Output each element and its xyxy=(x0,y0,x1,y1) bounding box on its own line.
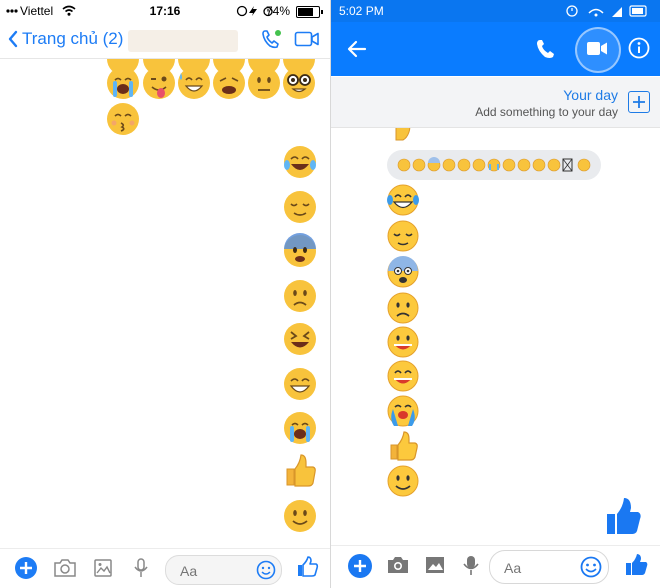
thumbs-up-icon xyxy=(298,556,319,577)
plus-icon xyxy=(633,96,645,108)
grinning-sweat-emoji xyxy=(178,67,210,99)
video-call-button[interactable] xyxy=(575,27,621,73)
winking-tongue-emoji xyxy=(143,67,175,99)
crying-face-emoji xyxy=(387,395,419,427)
phone-icon xyxy=(262,30,281,49)
photo-button[interactable] xyxy=(93,557,113,579)
anxious-face-emoji xyxy=(284,233,316,267)
sent-emoji-column xyxy=(284,146,316,532)
android-toolbar xyxy=(331,22,660,76)
battery-icon xyxy=(296,6,323,18)
weary-face-emoji xyxy=(213,67,245,99)
android-composer-bar xyxy=(331,545,660,588)
ios-message-list xyxy=(0,59,330,549)
battery-percent: 74% xyxy=(265,4,290,18)
image-icon xyxy=(426,557,444,573)
camera-button[interactable] xyxy=(387,554,409,576)
android-emoji-thread xyxy=(387,128,641,534)
emoji-icon[interactable] xyxy=(256,560,276,580)
ios-status-bar: Viettel 17:16 74% xyxy=(0,0,330,22)
mic-icon xyxy=(134,558,148,577)
relieved-face-emoji xyxy=(387,220,419,252)
info-icon xyxy=(628,37,650,59)
nerd-face-emoji xyxy=(283,67,315,99)
message-input[interactable] xyxy=(178,561,252,581)
info-button[interactable] xyxy=(628,37,650,59)
partial-thumbs-up-emoji xyxy=(395,128,411,141)
camera-button[interactable] xyxy=(53,557,77,579)
call-button[interactable] xyxy=(535,38,557,60)
your-day-banner[interactable]: Your day Add something to your day xyxy=(331,77,660,128)
android-messenger-pane: 5:02 PM Your day Add something to your d… xyxy=(331,0,660,588)
blurred-contact-name xyxy=(128,30,238,52)
plus-icon xyxy=(15,557,37,579)
image-icon xyxy=(94,559,112,577)
back-button[interactable] xyxy=(347,39,367,59)
tears-of-joy-emoji xyxy=(284,146,316,178)
photo-button[interactable] xyxy=(425,554,445,576)
your-day-title: Your day xyxy=(563,87,618,103)
status-time: 5:02 PM xyxy=(339,4,384,18)
your-day-subtitle: Add something to your day xyxy=(475,105,618,119)
relieved-face-emoji xyxy=(284,191,316,223)
camera-icon xyxy=(54,559,76,577)
thumbs-up-emoji xyxy=(286,454,316,487)
like-button[interactable] xyxy=(296,555,320,579)
plus-icon xyxy=(348,554,372,578)
ios-emoji-thread xyxy=(107,59,316,532)
chevron-left-icon xyxy=(8,30,18,48)
video-call-button[interactable] xyxy=(294,30,320,48)
thumbs-up-emoji xyxy=(390,431,418,461)
message-input-box[interactable] xyxy=(165,555,282,585)
phone-icon xyxy=(537,40,554,58)
received-emoji-row xyxy=(107,67,315,99)
ios-nav-bar: Trang chủ (2) xyxy=(0,22,330,59)
smiling-face-emoji xyxy=(387,465,419,497)
call-button[interactable] xyxy=(260,28,282,50)
video-camera-icon xyxy=(587,42,607,55)
grinning-face-emoji xyxy=(284,368,316,400)
back-label: Trang chủ (2) xyxy=(22,29,124,48)
voice-button[interactable] xyxy=(133,557,149,579)
add-button[interactable] xyxy=(348,554,372,578)
voice-button[interactable] xyxy=(463,554,479,576)
smiling-face-emoji xyxy=(284,500,316,532)
android-message-list xyxy=(331,128,660,544)
video-camera-icon xyxy=(294,31,319,47)
add-story-button[interactable] xyxy=(628,91,650,113)
crying-face-emoji-sent xyxy=(284,412,316,444)
back-button[interactable]: Trang chủ (2) xyxy=(8,29,123,49)
kissing-face-emoji xyxy=(107,103,139,135)
partial-emoji-row xyxy=(107,59,315,75)
add-button[interactable] xyxy=(15,557,37,579)
message-input[interactable] xyxy=(502,558,576,578)
laughing-face-emoji xyxy=(284,323,316,355)
thumbs-up-icon xyxy=(626,554,648,575)
status-icons xyxy=(566,5,647,17)
large-thumbs-up-sticker xyxy=(607,498,641,534)
crying-face-emoji xyxy=(107,67,139,99)
message-input-box[interactable] xyxy=(489,550,609,584)
ios-composer-bar xyxy=(0,548,330,588)
mic-icon xyxy=(463,556,479,575)
sent-emoji-column xyxy=(387,184,419,497)
ios-messenger-pane: Viettel 17:16 74% Trang chủ (2) Aa xyxy=(0,0,330,588)
screenshot-comparison: Viettel 17:16 74% Trang chủ (2) Aa 5:02 … xyxy=(0,0,660,588)
laughing-face-emoji xyxy=(387,326,419,358)
grinning-face-emoji xyxy=(387,360,419,392)
emoji-icon[interactable] xyxy=(580,556,602,578)
neutral-face-emoji xyxy=(248,67,280,99)
back-arrow-icon xyxy=(347,40,367,58)
like-button[interactable] xyxy=(625,553,649,577)
frowning-face-emoji xyxy=(284,280,316,312)
camera-icon xyxy=(388,557,408,573)
android-status-bar: 5:02 PM xyxy=(331,0,660,22)
frowning-face-emoji xyxy=(387,292,419,324)
tears-of-joy-emoji xyxy=(387,184,419,216)
anxious-face-emoji xyxy=(387,256,419,288)
